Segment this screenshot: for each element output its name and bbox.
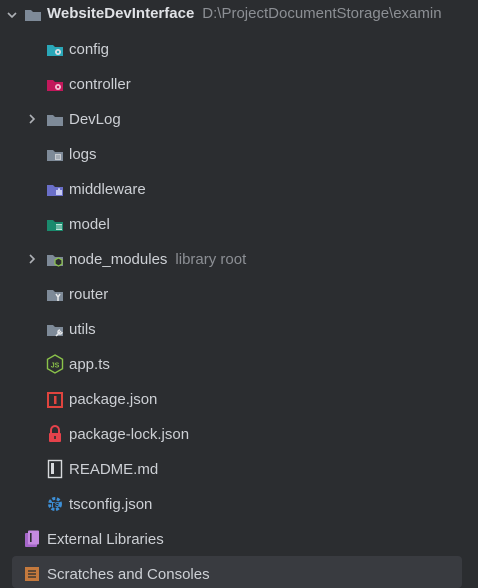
root-label-group: WebsiteDevInterface D:\ProjectDocumentSto… — [47, 5, 442, 22]
tree-item-external-libraries[interactable]: External Libraries — [0, 522, 478, 557]
folder-icon — [24, 6, 42, 24]
external-libraries-icon — [23, 530, 41, 548]
scratches-icon — [23, 565, 41, 583]
tree-item-label: package.json — [69, 391, 158, 408]
tree-item-utils[interactable]: utils — [0, 312, 478, 347]
tree-item-label: DevLog — [69, 111, 121, 128]
node-modules-folder-icon — [46, 251, 64, 269]
svg-text:JS: JS — [51, 363, 60, 370]
router-folder-icon — [46, 286, 64, 304]
tree-item-label: Scratches and Consoles — [47, 566, 210, 583]
project-name: WebsiteDevInterface — [47, 5, 195, 22]
config-folder-icon — [46, 41, 64, 59]
chevron-right-icon[interactable] — [25, 112, 39, 126]
tree-item-label: External Libraries — [47, 531, 164, 548]
chevron-down-icon[interactable] — [5, 8, 19, 22]
tree-item-label: logs — [69, 146, 97, 163]
tsconfig-file-icon: TS — [46, 495, 64, 513]
node-modules-label-group: node_modules library root — [69, 251, 246, 268]
svg-text:TS: TS — [50, 500, 60, 509]
tree-item-scratches-and-consoles[interactable]: Scratches and Consoles — [0, 557, 478, 588]
controller-folder-icon — [46, 76, 64, 94]
project-path: D:\ProjectDocumentStorage\examin — [202, 5, 442, 22]
tree-item-logs[interactable]: logs — [0, 137, 478, 172]
tree-item-label: node_modules — [69, 251, 168, 268]
tree-item-router[interactable]: router — [0, 277, 478, 312]
tree-item-label: package-lock.json — [69, 426, 190, 443]
tree-item-package-lock-json[interactable]: package-lock.json — [0, 417, 478, 452]
library-root-hint: library root — [175, 251, 247, 268]
tree-item-package-json[interactable]: package.json — [0, 382, 478, 417]
tree-item-model[interactable]: model — [0, 207, 478, 242]
tree-item-middleware[interactable]: middleware — [0, 172, 478, 207]
tree-item-label: utils — [69, 321, 96, 338]
middleware-folder-icon — [46, 181, 64, 199]
tree-item-label: middleware — [69, 181, 146, 198]
tree-root-row[interactable]: WebsiteDevInterface D:\ProjectDocumentSto… — [0, 0, 478, 32]
npm-package-icon — [46, 391, 64, 409]
tree-item-readme-md[interactable]: README.md — [0, 452, 478, 487]
utils-folder-icon — [46, 321, 64, 339]
folder-icon — [46, 111, 64, 129]
tree-item-label: router — [69, 286, 109, 303]
tree-item-label: README.md — [69, 461, 159, 478]
nodejs-file-icon: JS — [46, 354, 64, 374]
tree-item-devlog[interactable]: DevLog — [0, 102, 478, 137]
lock-icon — [46, 425, 64, 443]
chevron-right-icon[interactable] — [25, 252, 39, 266]
tree-item-label: tsconfig.json — [69, 496, 153, 513]
tree-item-label: controller — [69, 76, 131, 93]
tree-item-controller[interactable]: controller — [0, 67, 478, 102]
tree-item-config[interactable]: config — [0, 32, 478, 67]
model-folder-icon — [46, 216, 64, 234]
tree-item-node-modules[interactable]: node_modules library root — [0, 242, 478, 277]
tree-item-label: config — [69, 41, 110, 58]
logs-folder-icon — [46, 146, 64, 164]
tree-item-app-ts[interactable]: JS app.ts — [0, 347, 478, 382]
tree-item-label: model — [69, 216, 110, 233]
tree-item-label: app.ts — [69, 356, 110, 373]
tree-item-tsconfig-json[interactable]: TS tsconfig.json — [0, 487, 478, 522]
markdown-file-icon — [46, 459, 64, 479]
